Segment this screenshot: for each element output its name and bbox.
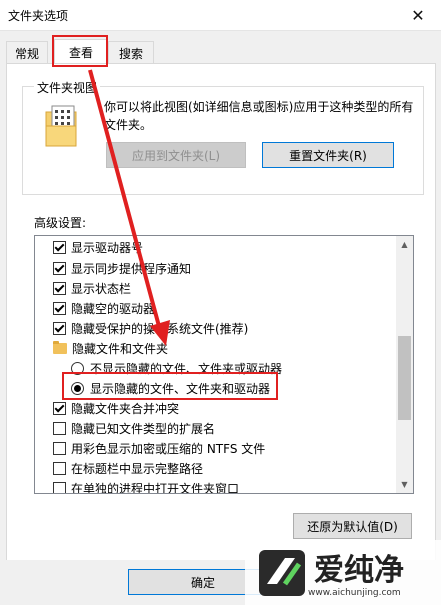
watermark-url: www.aichunjing.com <box>308 588 401 598</box>
annotation-arrow <box>88 69 170 346</box>
watermark-brand: 爱纯净 <box>314 553 404 588</box>
